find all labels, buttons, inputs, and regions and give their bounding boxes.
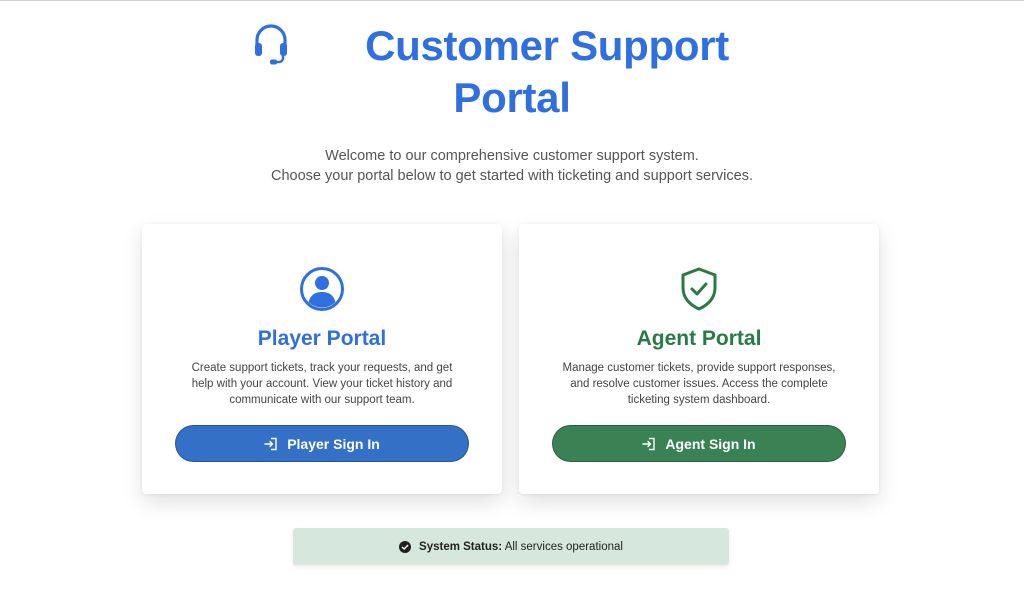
agent-portal-description: Manage customer tickets, provide support… <box>562 362 836 406</box>
sign-in-icon <box>264 437 277 450</box>
shield-check-icon <box>681 267 717 311</box>
player-portal-card: Player Portal Create support tickets, tr… <box>142 224 502 494</box>
subtitle-line-1: Welcome to our comprehensive customer su… <box>325 148 699 164</box>
title-line-2: Portal <box>453 74 571 121</box>
check-circle-icon <box>399 540 412 553</box>
agent-portal-card: Agent Portal Manage customer tickets, pr… <box>519 224 879 494</box>
subtitle: Welcome to our comprehensive customer su… <box>0 146 1024 186</box>
status-label: System Status: <box>419 540 503 553</box>
player-sign-in-label: Player Sign In <box>287 435 380 452</box>
sign-in-icon <box>642 437 656 450</box>
page-title: Customer Support Portal <box>252 20 772 124</box>
system-status-banner: System Status: All services operational <box>293 528 729 565</box>
agent-sign-in-label: Agent Sign In <box>665 435 756 452</box>
status-value: All services operational <box>504 540 623 553</box>
subtitle-line-2: Choose your portal below to get started … <box>271 168 753 184</box>
headset-icon <box>255 24 287 65</box>
page-header: Customer Support Portal Welcome to our c… <box>0 20 1024 186</box>
top-divider <box>0 0 1024 1</box>
agent-portal-title: Agent Portal <box>636 327 762 350</box>
agent-sign-in-button[interactable]: Agent Sign In <box>552 425 846 462</box>
user-circle-icon <box>300 267 344 311</box>
player-sign-in-button[interactable]: Player Sign In <box>175 425 469 462</box>
player-portal-description: Create support tickets, track your reque… <box>191 362 453 406</box>
player-portal-title: Player Portal <box>257 327 387 350</box>
title-line-1: Customer Support <box>365 22 729 69</box>
